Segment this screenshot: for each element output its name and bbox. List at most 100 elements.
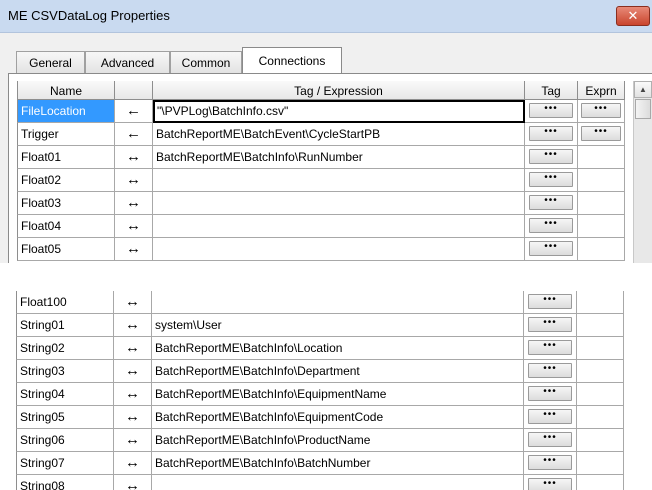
tag-expression-cell[interactable] xyxy=(153,238,525,261)
tag-expression-cell[interactable] xyxy=(153,192,525,215)
grid-row-float01[interactable]: Float01 ↔ BatchReportME\BatchInfo\RunNumbe… xyxy=(17,146,625,169)
tag-expression-cell[interactable] xyxy=(152,291,524,314)
expression-editor-cell: ••• xyxy=(578,123,625,146)
row-name-cell[interactable]: String07 xyxy=(16,452,114,475)
tag-browse-button[interactable]: ••• xyxy=(528,478,572,490)
grid-row-string03[interactable]: String03 ↔ BatchReportME\BatchInfo\Departm… xyxy=(16,360,624,383)
tag-browse-button[interactable]: ••• xyxy=(528,409,572,424)
scroll-up-arrow-icon[interactable]: ▲ xyxy=(634,81,652,98)
tag-browse-button[interactable]: ••• xyxy=(529,172,573,187)
column-header-tag[interactable]: Tag xyxy=(525,81,578,100)
row-name-cell[interactable]: String08 xyxy=(16,475,114,490)
row-name-cell[interactable]: Float04 xyxy=(17,215,115,238)
tag-browse-button[interactable]: ••• xyxy=(528,432,572,447)
row-name-cell[interactable]: FileLocation xyxy=(17,100,115,123)
tag-browse-button[interactable]: ••• xyxy=(528,363,572,378)
connections-panel: Name Tag / Expression Tag Exprn FileLoca… xyxy=(8,73,652,266)
tag-expression-cell[interactable]: BatchReportME\BatchInfo\Location xyxy=(152,337,524,360)
expression-editor-cell xyxy=(577,429,624,452)
direction-arrow-icon: ↔ xyxy=(114,314,152,337)
row-name-cell[interactable]: Float03 xyxy=(17,192,115,215)
row-name-cell[interactable]: String06 xyxy=(16,429,114,452)
tag-browse-button[interactable]: ••• xyxy=(529,103,573,118)
direction-arrow-icon: ↔ xyxy=(115,238,153,261)
tag-browse-button[interactable]: ••• xyxy=(529,218,573,233)
column-header-name[interactable]: Name xyxy=(17,81,115,100)
direction-arrow-icon: ↔ xyxy=(114,360,152,383)
tag-expression-cell[interactable]: "\PVPLog\BatchInfo.csv" xyxy=(153,100,525,123)
grid-row-filelocation[interactable]: FileLocation ← "\PVPLog\BatchInfo.csv" ••• •… xyxy=(17,100,625,123)
tag-browse-button[interactable]: ••• xyxy=(528,386,572,401)
column-header-tag-expression[interactable]: Tag / Expression xyxy=(153,81,525,100)
tag-expression-cell[interactable] xyxy=(152,475,524,490)
grid-row-float02[interactable]: Float02 ↔ ••• xyxy=(17,169,625,192)
vertical-scrollbar[interactable]: ▲ xyxy=(633,81,652,266)
tag-expression-cell[interactable]: system\User xyxy=(152,314,524,337)
tag-expression-cell[interactable]: BatchReportME\BatchInfo\BatchNumber xyxy=(152,452,524,475)
column-header-direction[interactable] xyxy=(115,81,153,100)
tag-browse-cell: ••• xyxy=(525,238,578,261)
row-name-cell[interactable]: Float02 xyxy=(17,169,115,192)
column-header-exprn[interactable]: Exprn xyxy=(578,81,625,100)
expression-editor-button[interactable]: ••• xyxy=(581,103,621,118)
grid-row-float03[interactable]: Float03 ↔ ••• xyxy=(17,192,625,215)
tag-browse-button[interactable]: ••• xyxy=(529,149,573,164)
tab-connections[interactable]: Connections xyxy=(242,47,342,74)
close-icon: ✕ xyxy=(627,8,639,23)
tag-expression-cell[interactable] xyxy=(153,169,525,192)
dialog-body: General Advanced Common Connections Name… xyxy=(0,33,652,266)
direction-arrow-icon: ↔ xyxy=(114,406,152,429)
tab-advanced[interactable]: Advanced xyxy=(85,51,170,73)
expression-editor-cell xyxy=(578,146,625,169)
grid-row-trigger[interactable]: Trigger ← BatchReportME\BatchEvent\CycleSt… xyxy=(17,123,625,146)
tag-browse-button[interactable]: ••• xyxy=(528,340,572,355)
grid-row-float05[interactable]: Float05 ↔ ••• xyxy=(17,238,625,261)
grid-row-string04[interactable]: String04 ↔ BatchReportME\BatchInfo\Equipme… xyxy=(16,383,624,406)
tag-browse-button[interactable]: ••• xyxy=(529,126,573,141)
row-name-cell[interactable]: String05 xyxy=(16,406,114,429)
tag-expression-cell[interactable]: BatchReportME\BatchInfo\Department xyxy=(152,360,524,383)
expression-editor-button[interactable]: ••• xyxy=(581,126,621,141)
tag-expression-cell[interactable]: BatchReportME\BatchEvent\CycleStartPB xyxy=(153,123,525,146)
expression-editor-cell xyxy=(577,406,624,429)
direction-arrow-icon: ↔ xyxy=(114,475,152,490)
scroll-thumb[interactable] xyxy=(635,99,651,119)
tag-browse-cell: ••• xyxy=(524,360,577,383)
grid-row-float100[interactable]: Float100 ↔ ••• xyxy=(16,291,624,314)
tag-expression-cell[interactable]: BatchReportME\BatchInfo\EquipmentName xyxy=(152,383,524,406)
tag-browse-button[interactable]: ••• xyxy=(528,455,572,470)
row-name-cell[interactable]: String01 xyxy=(16,314,114,337)
tag-browse-cell: ••• xyxy=(524,406,577,429)
tag-browse-button[interactable]: ••• xyxy=(529,241,573,256)
row-name-cell[interactable]: String03 xyxy=(16,360,114,383)
grid-row-string06[interactable]: String06 ↔ BatchReportME\BatchInfo\Product… xyxy=(16,429,624,452)
tag-expression-cell[interactable]: BatchReportME\BatchInfo\ProductName xyxy=(152,429,524,452)
expression-editor-cell xyxy=(577,291,624,314)
row-name-cell[interactable]: Trigger xyxy=(17,123,115,146)
tag-expression-cell[interactable]: BatchReportME\BatchInfo\RunNumber xyxy=(153,146,525,169)
direction-arrow-icon: ↔ xyxy=(115,192,153,215)
grid-row-string01[interactable]: String01 ↔ system\User ••• xyxy=(16,314,624,337)
row-name-cell[interactable]: String04 xyxy=(16,383,114,406)
tag-expression-cell[interactable]: BatchReportME\BatchInfo\EquipmentCode xyxy=(152,406,524,429)
row-name-cell[interactable]: Float100 xyxy=(16,291,114,314)
tag-expression-cell[interactable] xyxy=(153,215,525,238)
tag-browse-button[interactable]: ••• xyxy=(528,317,572,332)
grid-row-string05[interactable]: String05 ↔ BatchReportME\BatchInfo\Equipme… xyxy=(16,406,624,429)
close-button[interactable]: ✕ xyxy=(616,6,650,26)
direction-arrow-icon: ← xyxy=(115,123,153,146)
direction-arrow-icon: ↔ xyxy=(114,429,152,452)
grid-row-float04[interactable]: Float04 ↔ ••• xyxy=(17,215,625,238)
grid-row-string07[interactable]: String07 ↔ BatchReportME\BatchInfo\BatchNu… xyxy=(16,452,624,475)
row-name-cell[interactable]: String02 xyxy=(16,337,114,360)
grid-row-string08[interactable]: String08 ↔ ••• xyxy=(16,475,624,490)
connections-grid: Name Tag / Expression Tag Exprn FileLoca… xyxy=(17,81,625,264)
row-name-cell[interactable]: Float05 xyxy=(17,238,115,261)
direction-arrow-icon: ← xyxy=(115,100,153,123)
tag-browse-button[interactable]: ••• xyxy=(529,195,573,210)
tag-browse-button[interactable]: ••• xyxy=(528,294,572,309)
row-name-cell[interactable]: Float01 xyxy=(17,146,115,169)
grid-row-string02[interactable]: String02 ↔ BatchReportME\BatchInfo\Locatio… xyxy=(16,337,624,360)
tab-common[interactable]: Common xyxy=(170,51,242,73)
tab-general[interactable]: General xyxy=(16,51,85,73)
